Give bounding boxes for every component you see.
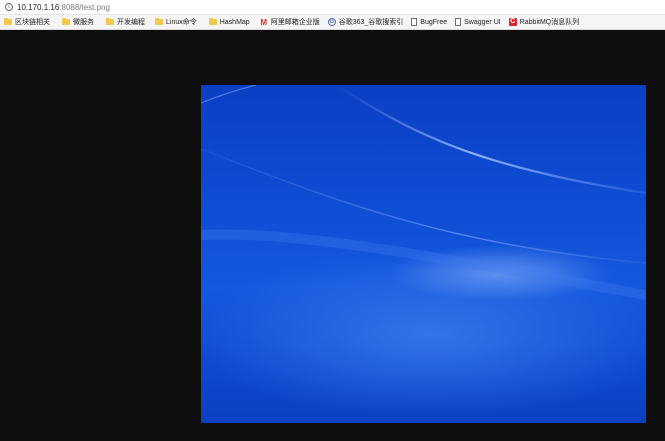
- rabbitmq-icon: C: [508, 18, 517, 26]
- bookmarks-bar: 区块链相关 微服务 开发编程 Linux命令 HashMap M 阿里邮箱企业版…: [0, 15, 665, 30]
- bookmark-label: 区块链相关: [15, 18, 50, 26]
- folder-icon: [106, 18, 114, 25]
- folder-icon: [208, 18, 217, 25]
- url-host: 10.170.1.16: [17, 2, 60, 12]
- bookmark-hashmap[interactable]: HashMap: [205, 15, 254, 29]
- page-icon: [411, 18, 418, 26]
- bookmark-blockchain[interactable]: 区块链相关: [0, 15, 54, 29]
- address-bar[interactable]: i 10.170.1.16:8088/test.png: [0, 0, 665, 15]
- bookmark-label: RabbitMQ消息队列: [519, 18, 580, 26]
- bookmark-rabbitmq[interactable]: C RabbitMQ消息队列: [505, 15, 584, 29]
- folder-icon: [62, 18, 70, 25]
- bookmark-dev-programming[interactable]: 开发编程: [102, 15, 149, 29]
- info-icon[interactable]: i: [5, 3, 13, 11]
- bookmark-microservice[interactable]: 微服务: [58, 15, 98, 29]
- google-icon: G: [327, 18, 336, 26]
- bookmark-label: 开发编程: [117, 18, 145, 26]
- displayed-image[interactable]: [201, 85, 646, 423]
- page-icon: [455, 18, 462, 26]
- gmail-icon: M: [260, 17, 268, 27]
- folder-icon: [4, 18, 12, 25]
- wallpaper-swooshes: [201, 85, 646, 300]
- bookmark-label: 阿里邮箱企业版: [270, 18, 320, 26]
- bookmark-label: Swagger UI: [464, 18, 501, 26]
- bookmark-label: BugFree: [420, 18, 448, 26]
- bookmark-linux-commands[interactable]: Linux命令: [151, 15, 201, 29]
- url-text[interactable]: 10.170.1.16:8088/test.png: [17, 3, 110, 12]
- bookmark-swagger-ui[interactable]: Swagger UI: [451, 15, 505, 29]
- bookmark-label: 微服务: [73, 18, 94, 26]
- bookmark-bugfree[interactable]: BugFree: [407, 15, 451, 29]
- bookmark-google-363[interactable]: G 谷歌363_谷歌搜索引: [324, 15, 408, 29]
- bookmark-label: HashMap: [219, 18, 250, 26]
- bookmark-label: 谷歌363_谷歌搜索引: [338, 18, 404, 26]
- url-path: :8088/test.png: [59, 2, 110, 12]
- bookmark-ali-mail[interactable]: M 阿里邮箱企业版: [256, 15, 324, 29]
- folder-icon: [155, 18, 163, 25]
- bookmark-label: Linux命令: [166, 18, 197, 26]
